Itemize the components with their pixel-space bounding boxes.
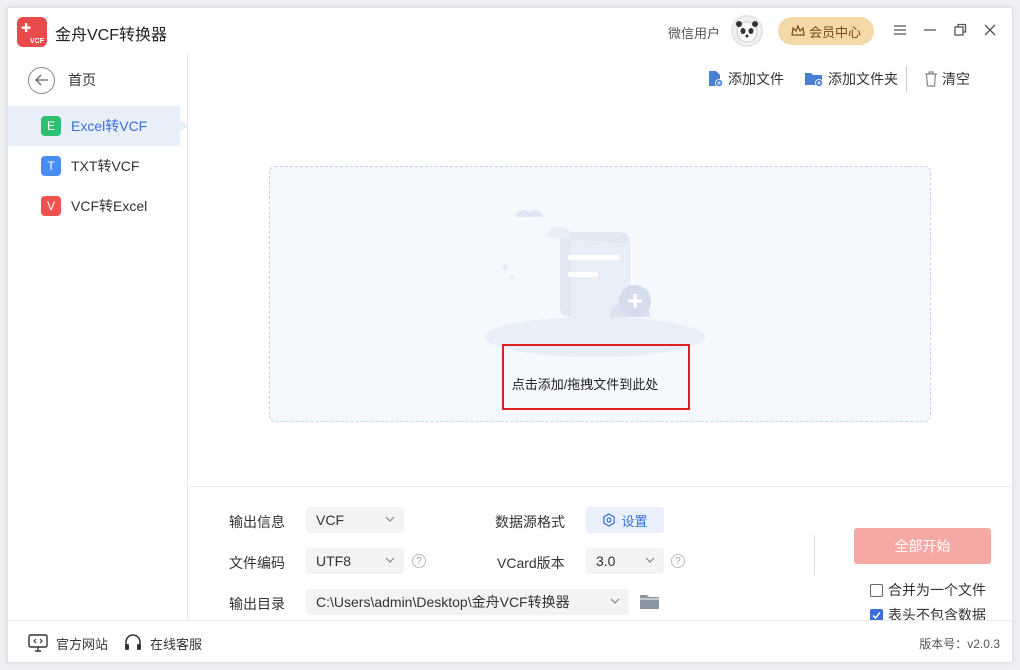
panel-divider	[814, 535, 815, 575]
vcard-version-value: 3.0	[596, 553, 616, 569]
source-format-label: 数据源格式	[495, 514, 565, 530]
file-drop-zone[interactable]: 点击添加/拖拽文件到此处	[269, 166, 931, 422]
encoding-label: 文件编码	[229, 555, 285, 571]
output-dir-label: 输出目录	[229, 596, 285, 612]
headset-icon	[125, 634, 141, 650]
encoding-help-icon[interactable]: ?	[412, 554, 426, 568]
output-dir-value: C:\Users\admin\Desktop\金舟VCF转换器	[316, 594, 570, 610]
menu-icon	[894, 25, 906, 35]
app-window: ✚ VCF 金舟VCF转换器 微信用户 会员中心 首页 E Excel转VCF …	[7, 7, 1013, 663]
vcard-help-icon[interactable]: ?	[671, 554, 685, 568]
toolbar-divider	[906, 66, 907, 92]
home-label: 首页	[68, 72, 96, 88]
monitor-icon	[28, 634, 48, 652]
sidebar: 首页 E Excel转VCF T TXT转VCF V VCF转Excel	[8, 54, 188, 620]
chevron-down-icon	[385, 516, 395, 522]
output-dir-select[interactable]: C:\Users\admin\Desktop\金舟VCF转换器	[306, 589, 629, 615]
trash-icon	[925, 71, 937, 87]
avatar[interactable]	[731, 15, 763, 47]
sidebar-item-label: VCF转Excel	[71, 198, 148, 214]
menu-button[interactable]	[890, 20, 910, 40]
version-text: 版本号：v2.0.3	[919, 637, 1000, 651]
output-format-value: VCF	[316, 512, 344, 528]
add-folder-label: 添加文件夹	[828, 71, 898, 87]
panda-avatar-icon	[736, 21, 758, 43]
chevron-down-icon	[610, 598, 620, 604]
sidebar-item-vcf-to-excel[interactable]: V VCF转Excel	[8, 186, 180, 226]
support-label: 在线客服	[150, 636, 203, 652]
vcard-version-select[interactable]: 3.0	[586, 548, 664, 574]
vcard-version-label: VCard版本	[497, 555, 565, 571]
add-file-icon	[709, 71, 723, 87]
sidebar-item-label: TXT转VCF	[71, 158, 140, 174]
official-website-label: 官方网站	[56, 636, 109, 652]
chevron-down-icon	[385, 557, 395, 563]
home-link[interactable]: 首页	[28, 66, 96, 94]
add-folder-icon	[805, 73, 823, 87]
start-all-button[interactable]: 全部开始	[854, 528, 991, 564]
logo-glyph: ✚	[21, 21, 32, 35]
title-bar: ✚ VCF 金舟VCF转换器 微信用户 会员中心	[8, 8, 1012, 54]
minimize-icon	[924, 29, 936, 31]
check-icon	[872, 611, 881, 619]
sidebar-item-excel-to-vcf[interactable]: E Excel转VCF	[8, 106, 188, 146]
minimize-button[interactable]	[920, 20, 940, 40]
logo-text: VCF	[30, 38, 44, 45]
app-title: 金舟VCF转换器	[55, 27, 168, 44]
close-button[interactable]	[980, 20, 1000, 40]
official-website-link[interactable]: 官方网站	[28, 634, 108, 652]
gear-icon	[603, 513, 616, 527]
vcf-icon: V	[41, 196, 61, 216]
restore-button[interactable]	[950, 20, 970, 40]
vip-center-label: 会员中心	[808, 24, 861, 40]
merge-label: 合并为一个文件	[888, 582, 986, 598]
support-link[interactable]: 在线客服	[124, 634, 202, 652]
document-illustration-icon	[485, 210, 705, 357]
settings-panel: 输出信息 VCF 文件编码 UTF8 ? 输出目录 C:\Users\admin…	[189, 486, 1012, 623]
crown-icon	[791, 24, 805, 36]
sidebar-item-label: Excel转VCF	[71, 118, 148, 134]
encoding-select[interactable]: UTF8	[306, 548, 404, 574]
clear-label: 清空	[942, 71, 970, 87]
restore-icon	[954, 23, 967, 36]
source-settings-button[interactable]: 设置	[586, 507, 664, 533]
settings-button-label: 设置	[621, 513, 648, 529]
add-folder-button[interactable]: 添加文件夹	[804, 68, 898, 90]
clear-button[interactable]: 清空	[924, 68, 970, 90]
drop-zone-hint: 点击添加/拖拽文件到此处	[511, 377, 659, 392]
output-info-label: 输出信息	[229, 514, 285, 530]
folder-browse-icon[interactable]	[639, 593, 661, 611]
encoding-value: UTF8	[316, 553, 351, 569]
txt-icon: T	[41, 156, 61, 176]
chevron-down-icon	[645, 557, 655, 563]
merge-checkbox[interactable]	[870, 583, 883, 597]
excel-icon: E	[41, 116, 61, 136]
sidebar-item-txt-to-vcf[interactable]: T TXT转VCF	[8, 146, 180, 186]
app-logo: ✚ VCF	[17, 17, 47, 47]
add-file-button[interactable]: 添加文件	[706, 68, 784, 90]
output-format-select[interactable]: VCF	[306, 507, 404, 533]
back-arrow-icon	[28, 66, 55, 94]
footer: 官方网站 在线客服 版本号：v2.0.3	[8, 620, 1012, 662]
vip-center-button[interactable]: 会员中心	[778, 17, 874, 45]
user-name[interactable]: 微信用户	[668, 23, 720, 42]
merge-option[interactable]: 合并为一个文件	[870, 581, 986, 599]
close-icon	[984, 24, 996, 36]
add-file-label: 添加文件	[728, 71, 784, 87]
